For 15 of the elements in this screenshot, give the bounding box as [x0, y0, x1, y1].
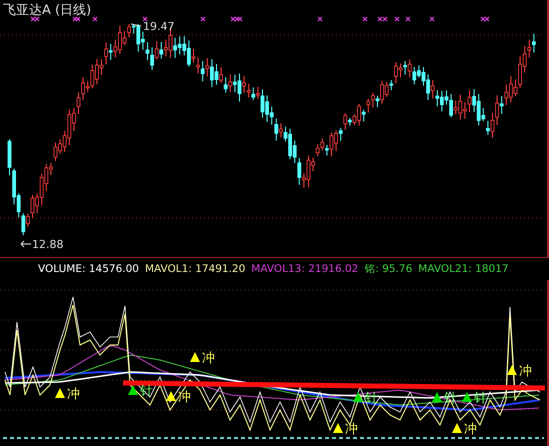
signal-label: 冲 [178, 390, 191, 405]
signal-label: 冲 [519, 364, 532, 379]
low-price-label: 12.88 [32, 238, 64, 251]
signal-label: 针 [444, 391, 457, 406]
indicator-value: MAVOL13: 21916.02 [251, 263, 358, 275]
signal-label: 冲 [67, 387, 80, 402]
indicator-value: MAVOL1: 17491.20 [144, 263, 246, 275]
high-price-label: 19.47 [143, 20, 174, 33]
indicator-value: MAVOL21: 18017 [418, 263, 509, 275]
indicator-value: 铭: 95.76 [364, 262, 412, 276]
signal-label: 冲 [464, 422, 477, 437]
chart-title: 飞亚达A (日线) [3, 2, 92, 19]
signal-label: 冲 [202, 351, 215, 366]
signal-label: 冲 [345, 422, 358, 437]
indicator-value: VOLUME: 14576.00 [38, 263, 139, 275]
